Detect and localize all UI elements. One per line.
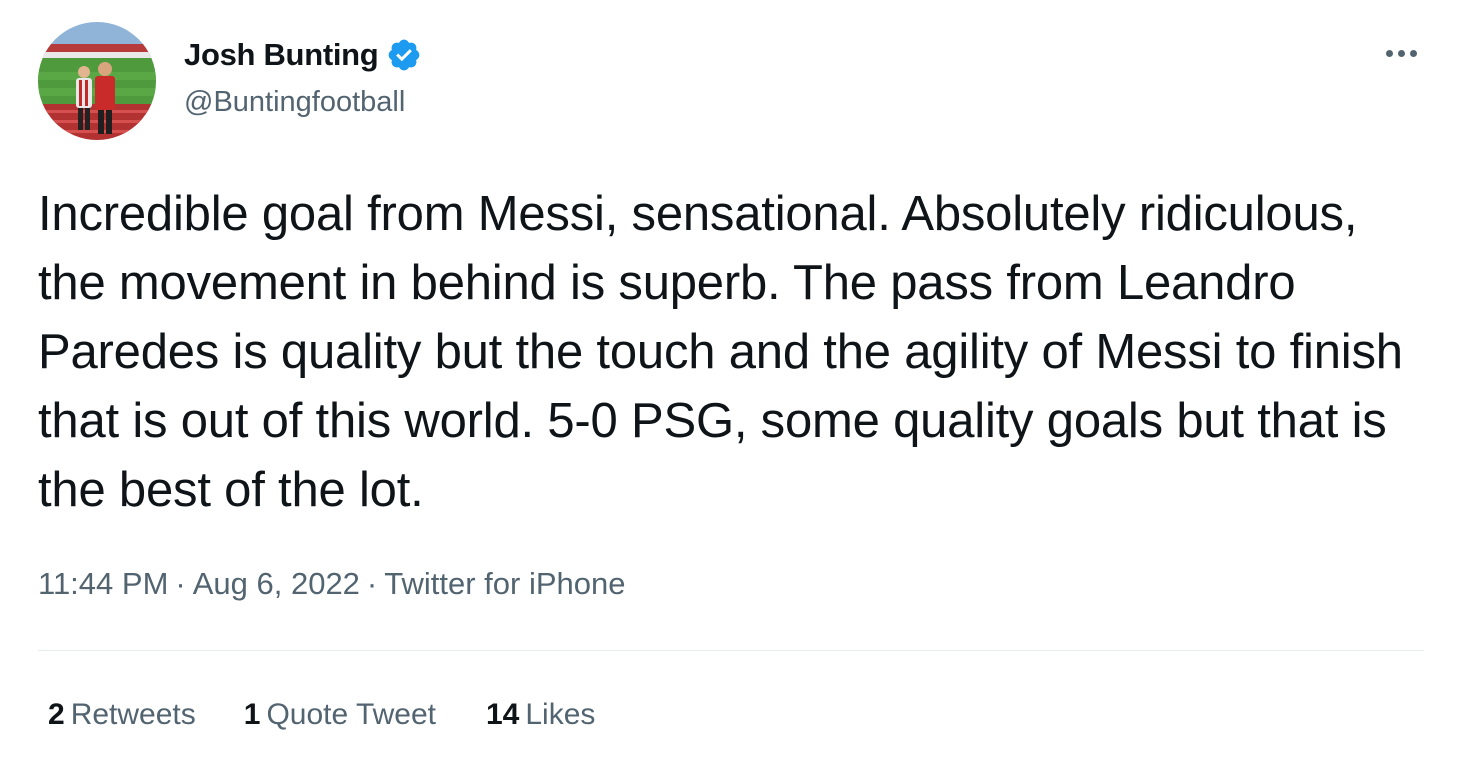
divider [38, 650, 1424, 651]
engagement-stats: 2 Retweets 1 Quote Tweet 14 Likes [48, 698, 595, 732]
author-name[interactable]: Josh Bunting [184, 36, 422, 74]
author-handle[interactable]: @Buntingfootball [184, 86, 405, 119]
tweet-text: Incredible goal from Messi, sensational.… [38, 187, 1403, 517]
more-options-button[interactable] [1378, 38, 1424, 68]
tweet-meta: 11:44 PM · Aug 6, 2022 · Twitter for iPh… [38, 566, 625, 602]
verified-badge-icon [386, 37, 422, 73]
avatar-photo-image [38, 22, 156, 140]
likes-label: Likes [525, 698, 596, 731]
more-dot-icon [1409, 49, 1417, 57]
retweets-count: 2 [48, 698, 65, 731]
tweet-source[interactable]: Twitter for iPhone [384, 566, 625, 602]
tweet-date[interactable]: Aug 6, 2022 [193, 566, 360, 602]
meta-separator: · [366, 566, 378, 601]
author-name-text: Josh Bunting [184, 37, 379, 72]
likes-stat[interactable]: 14 Likes [486, 698, 595, 732]
tweet-time[interactable]: 11:44 PM [38, 566, 168, 602]
author-avatar[interactable] [38, 22, 156, 140]
more-dot-icon [1397, 49, 1405, 57]
tweet-card: Josh Bunting @Buntingfootball Incredible… [0, 0, 1460, 772]
retweets-label: Retweets [70, 698, 196, 731]
more-dot-icon [1385, 49, 1393, 57]
quote-tweets-label: Quote Tweet [266, 698, 436, 731]
quote-tweets-stat[interactable]: 1 Quote Tweet [244, 698, 436, 732]
quote-tweets-count: 1 [243, 698, 261, 731]
retweets-stat[interactable]: 2 Retweets [48, 698, 196, 732]
likes-count: 14 [486, 698, 520, 731]
meta-separator: · [175, 566, 186, 601]
